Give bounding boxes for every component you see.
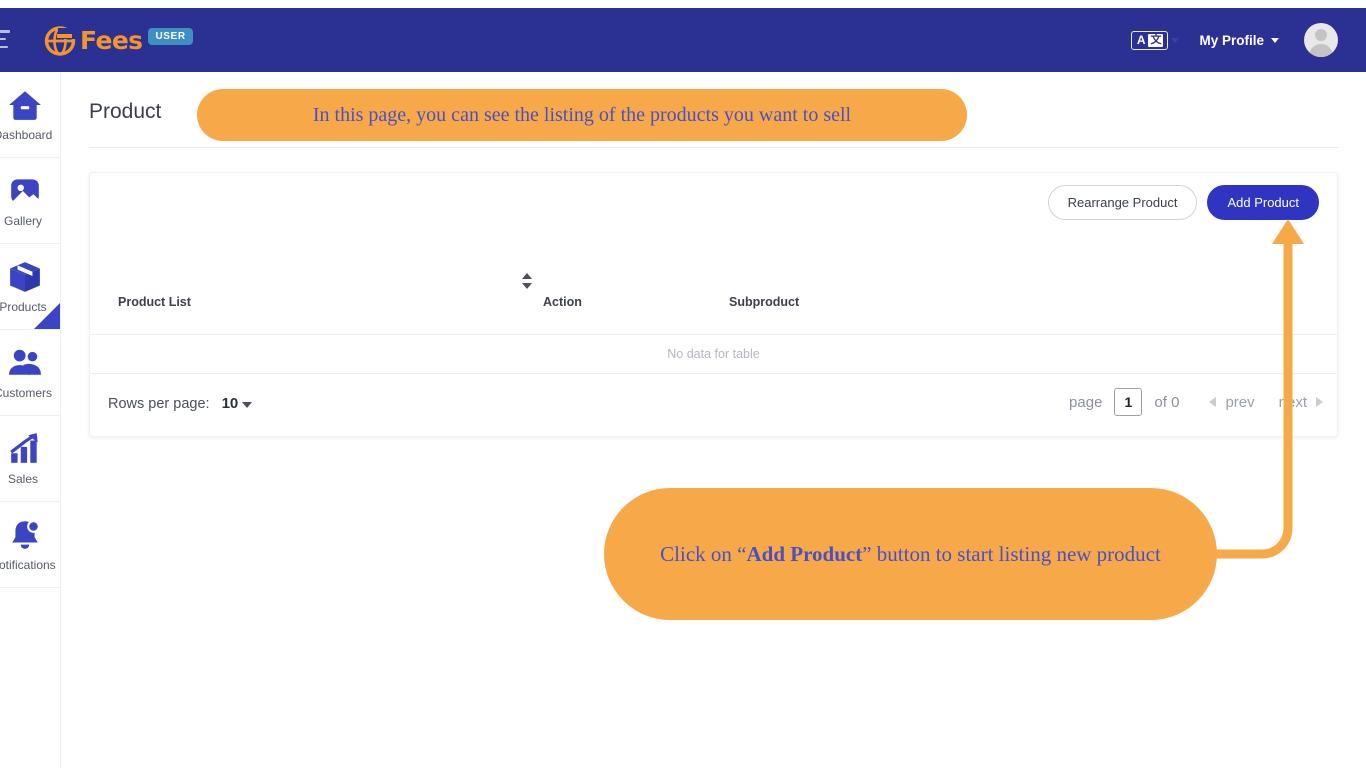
chevron-down-icon xyxy=(1171,37,1180,43)
home-icon xyxy=(9,90,41,120)
sidebar-item-label: Sales xyxy=(7,471,39,486)
next-page-button[interactable]: next xyxy=(1279,394,1307,411)
language-box: A 文 xyxy=(1130,30,1169,50)
sidebar-item-customers[interactable]: Customers xyxy=(0,330,60,416)
my-profile-label: My Profile xyxy=(1199,32,1264,48)
tooltip-text: In this page, you can see the listing of… xyxy=(312,104,852,126)
tooltip-text-bold: Add Product xyxy=(746,542,863,566)
main-content: Product Rearrange Product Add Product Pr… xyxy=(61,72,1366,768)
image-icon xyxy=(11,178,39,204)
app-root: Fees USER A 文 My Profile ashboard Galler… xyxy=(0,0,1366,768)
language-letter-a: A xyxy=(1136,32,1146,47)
hamburger-bar xyxy=(0,30,10,33)
brand-name: Fees xyxy=(80,26,143,55)
user-role-badge: USER xyxy=(148,28,193,45)
active-indicator xyxy=(34,303,60,329)
prev-arrow-icon[interactable] xyxy=(1209,397,1217,407)
sidebar-item-sales[interactable]: Sales xyxy=(0,416,60,502)
sidebar-item-label: Customers xyxy=(0,385,52,400)
sidebar-item-products[interactable]: Products xyxy=(0,244,60,330)
rows-per-page-select[interactable]: 10 xyxy=(222,395,253,412)
sidebar-item-notifications[interactable]: Notifications xyxy=(0,502,60,588)
sidebar-item-gallery[interactable]: Gallery xyxy=(0,158,60,244)
column-header-product-list: Product List xyxy=(118,295,191,309)
topbar-right-group: A 文 My Profile xyxy=(1130,8,1338,72)
pagination-bar: Rows per page: 10 page 1 of 0 prev next xyxy=(90,374,1337,437)
hamburger-bar xyxy=(0,37,6,41)
rows-per-page-group: Rows per page: 10 xyxy=(108,395,253,412)
tooltip-add-product-instruction: Click on “Add Product” button to start l… xyxy=(604,488,1217,620)
chevron-down-icon xyxy=(242,402,253,408)
pager-group: page 1 of 0 prev next xyxy=(1069,388,1323,416)
tooltip-text: Click on “Add Product” button to start l… xyxy=(660,535,1161,573)
rearrange-product-button[interactable]: Rearrange Product xyxy=(1047,185,1198,220)
top-navigation-bar: Fees USER A 文 My Profile xyxy=(0,8,1366,72)
sidebar-item-label: Gallery xyxy=(3,213,42,228)
language-letter-cjk: 文 xyxy=(1148,33,1164,47)
tooltip-text-part1: Click on “ xyxy=(660,542,747,566)
sort-updown-icon[interactable] xyxy=(520,273,534,289)
page-number-input[interactable]: 1 xyxy=(1114,388,1143,416)
add-product-button[interactable]: Add Product xyxy=(1207,185,1319,220)
divider xyxy=(89,147,1338,148)
my-profile-menu[interactable]: My Profile xyxy=(1199,33,1279,48)
tooltip-text-part2: ” button to start listing new product xyxy=(862,542,1161,566)
rows-per-page-label: Rows per page: xyxy=(108,396,210,412)
column-header-subproduct: Subproduct xyxy=(729,295,800,309)
tooltip-page-description: In this page, you can see the listing of… xyxy=(197,89,967,141)
box-icon xyxy=(10,261,40,292)
page-total-label: of 0 xyxy=(1154,393,1180,411)
hamburger-bar xyxy=(0,45,8,48)
product-table-card: Rearrange Product Add Product Product Li… xyxy=(89,172,1338,437)
empty-state-text: No data for table xyxy=(667,347,760,361)
sidebar-item-label: Dashboard xyxy=(0,127,53,142)
users-icon xyxy=(9,349,41,375)
card-action-buttons: Rearrange Product Add Product xyxy=(1047,185,1319,220)
sidebar: Dashboard Gallery Products xyxy=(0,72,61,768)
chart-up-icon xyxy=(10,432,38,463)
next-arrow-icon[interactable] xyxy=(1316,397,1323,407)
sidebar-item-label: Notifications xyxy=(0,557,56,572)
page-title: Product xyxy=(89,100,162,123)
globe-e-logo-icon xyxy=(44,26,76,56)
bell-icon xyxy=(12,519,40,549)
hamburger-menu-icon[interactable] xyxy=(0,30,10,48)
brand-logo-group[interactable]: Fees USER xyxy=(44,26,193,56)
page-label: page xyxy=(1069,393,1103,411)
sidebar-item-dashboard[interactable]: Dashboard xyxy=(0,72,60,158)
language-switcher-icon[interactable]: A 文 xyxy=(1130,30,1180,50)
table-header-row: Product List Action Subproduct xyxy=(90,295,1337,327)
column-header-action: Action xyxy=(543,295,582,309)
prev-page-button[interactable]: prev xyxy=(1225,394,1254,411)
chevron-down-icon xyxy=(1271,37,1279,43)
table-empty-row: No data for table xyxy=(90,335,1337,373)
avatar[interactable] xyxy=(1304,23,1338,57)
